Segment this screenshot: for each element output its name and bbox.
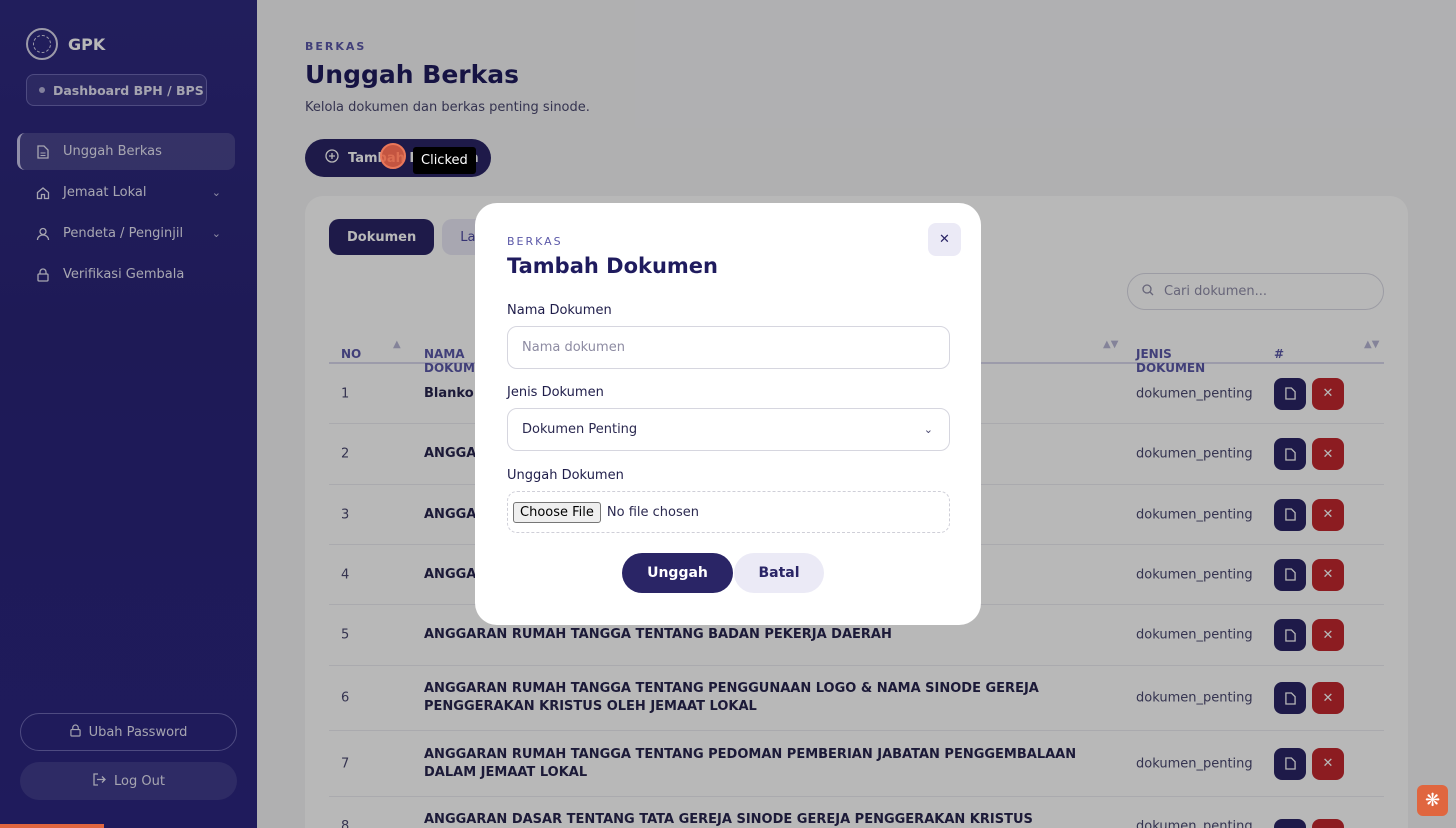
close-button[interactable]: ✕ — [928, 223, 961, 256]
dialog-title: Tambah Dokumen — [507, 254, 718, 278]
document-name-label: Nama Dokumen — [507, 303, 612, 318]
chevron-down-icon: ⌄ — [923, 423, 933, 436]
add-document-dialog: BERKAS Tambah Dokumen ✕ Nama Dokumen Nam… — [475, 203, 981, 625]
document-type-select[interactable]: Dokumen Penting ⌄ — [507, 408, 950, 451]
choose-file-button[interactable]: Choose File — [513, 501, 601, 523]
document-type-label: Jenis Dokumen — [507, 385, 604, 400]
upload-submit-button[interactable]: Unggah — [622, 553, 733, 593]
file-upload-field[interactable]: Choose File No file chosen — [507, 491, 950, 533]
click-indicator-label: Clicked — [413, 147, 476, 174]
upload-label: Unggah Dokumen — [507, 468, 624, 483]
assistant-launcher-icon[interactable]: ❋ — [1417, 785, 1448, 816]
document-name-placeholder: Nama dokumen — [522, 340, 625, 355]
dialog-eyebrow: BERKAS — [507, 235, 563, 248]
close-icon: ✕ — [939, 232, 950, 247]
document-type-value: Dokumen Penting — [522, 422, 638, 437]
cancel-button[interactable]: Batal — [734, 553, 824, 593]
document-name-input[interactable]: Nama dokumen — [507, 326, 950, 369]
click-indicator-dot — [380, 143, 406, 169]
file-status: No file chosen — [606, 504, 699, 520]
progress-bar — [0, 824, 104, 828]
